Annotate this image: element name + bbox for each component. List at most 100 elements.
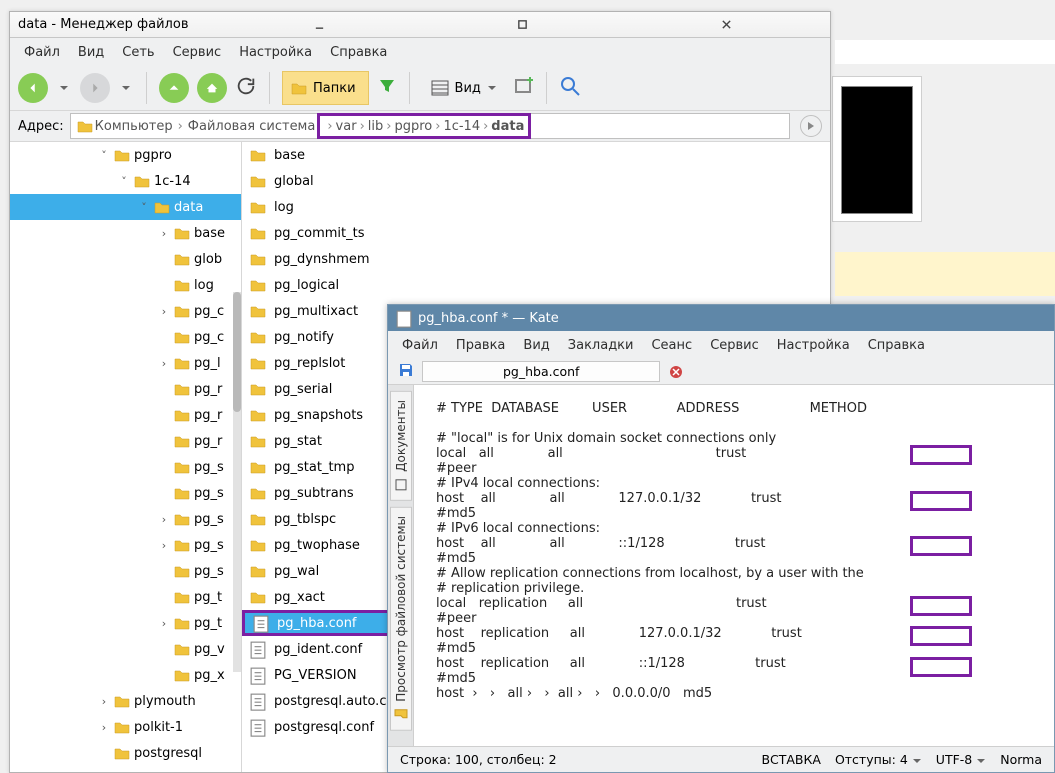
tree-item[interactable]: ›python [10,766,241,772]
breadcrumb-segment[interactable]: pgpro [394,119,432,134]
search-button[interactable] [559,75,581,101]
tree-item[interactable]: pg_s [10,480,241,506]
menu-service[interactable]: Сервис [173,45,222,60]
encoding-picker[interactable]: UTF-8 [936,752,986,767]
expand-icon[interactable]: › [158,357,170,370]
menu-file[interactable]: Файл [24,45,60,60]
list-item[interactable]: log [242,194,830,220]
folder-icon [174,590,190,604]
document-tab[interactable]: pg_hba.conf [422,361,660,382]
menu-help[interactable]: Справка [868,338,925,353]
list-item[interactable]: global [242,168,830,194]
menu-session[interactable]: Сеанс [651,338,692,353]
menu-view[interactable]: Вид [523,338,549,353]
close-button[interactable] [629,17,825,33]
breadcrumb-segment[interactable]: 1c-14 [443,119,480,134]
list-item[interactable]: pg_logical [242,272,830,298]
menu-settings[interactable]: Настройка [239,45,312,60]
save-icon[interactable] [398,362,414,381]
expand-icon[interactable]: › [98,721,110,734]
tree-item[interactable]: ›plymouth [10,688,241,714]
list-item[interactable]: pg_commit_ts [242,220,830,246]
folder-tree[interactable]: ˅pgpro˅1c-14˅data›basegloblog›pg_cpg_c›p… [10,142,242,772]
titlebar[interactable]: data - Менеджер файлов [10,12,830,38]
tree-item[interactable]: pg_s [10,558,241,584]
breadcrumb-segment[interactable]: Файловая система [188,119,316,134]
tree-item[interactable]: pg_r [10,428,241,454]
nav-home-button[interactable] [197,73,227,103]
insert-mode[interactable]: ВСТАВКА [761,752,821,767]
tree-item[interactable]: log [10,272,241,298]
filter-button[interactable] [377,76,397,100]
folders-toggle[interactable]: Папки [282,71,369,105]
tree-item[interactable]: ›pg_s [10,506,241,532]
editor-area[interactable]: # TYPE DATABASE USER ADDRESS METHOD # "l… [414,385,1054,746]
tree-item[interactable]: ›pg_c [10,298,241,324]
breadcrumb[interactable]: Компьютер › Файловая система › var › lib… [70,113,790,139]
nav-up-button[interactable] [159,73,189,103]
tree-item[interactable]: pg_r [10,376,241,402]
tree-item[interactable]: ›pg_l [10,350,241,376]
tree-item[interactable]: ˅1c-14˅data›basegloblog›pg_cpg_c›pg_lpg_… [10,168,241,688]
expand-icon[interactable]: › [158,305,170,318]
list-item[interactable]: pg_dynshmem [242,246,830,272]
nav-back-dropdown[interactable] [56,83,72,93]
tree-item[interactable]: glob [10,246,241,272]
folder-icon [174,486,190,500]
tree-item[interactable]: ˅pgpro˅1c-14˅data›basegloblog›pg_cpg_c›p… [10,142,241,688]
tree-item[interactable]: ›pg_s [10,532,241,558]
kate-titlebar[interactable]: pg_hba.conf * — Kate [388,305,1054,331]
tree-item[interactable]: pg_c [10,324,241,350]
tree-item[interactable]: pg_s [10,454,241,480]
breadcrumb-segment[interactable]: lib [368,119,383,134]
expand-icon[interactable]: ˅ [118,175,130,188]
menu-file[interactable]: Файл [402,338,438,353]
expand-icon[interactable]: ˅ [98,149,110,162]
scrollbar-thumb[interactable] [233,292,241,412]
tree-item[interactable]: pg_r [10,402,241,428]
tree-item[interactable]: postgresql [10,740,241,766]
new-tab-button[interactable] [514,76,534,100]
nav-back-button[interactable] [18,73,48,103]
tree-item[interactable]: pg_x [10,662,241,688]
maximize-button[interactable] [425,17,621,33]
tree-item[interactable]: pg_v [10,636,241,662]
highlight-marker [910,657,972,677]
expand-icon[interactable]: ˅ [138,201,150,214]
expand-icon[interactable]: › [158,539,170,552]
refresh-button[interactable] [235,75,257,101]
menu-edit[interactable]: Правка [456,338,505,353]
tree-item[interactable]: ˅data›basegloblog›pg_cpg_c›pg_lpg_rpg_rp… [10,194,241,688]
nav-forward-button[interactable] [80,73,110,103]
list-item[interactable]: base [242,142,830,168]
minimize-button[interactable] [222,17,418,33]
go-button[interactable] [800,115,822,137]
tree-item[interactable]: ›polkit-1 [10,714,241,740]
expand-icon[interactable]: › [158,513,170,526]
tree-scrollbar[interactable] [233,292,241,672]
menu-network[interactable]: Сеть [122,45,154,60]
menu-settings[interactable]: Настройка [777,338,850,353]
expand-icon[interactable]: › [158,617,170,630]
folder-icon [250,200,266,214]
sidebar-tab-documents[interactable]: Документы [390,391,412,501]
breadcrumb-current[interactable]: data [491,119,524,134]
breadcrumb-segment[interactable]: Компьютер [95,119,173,134]
expand-icon[interactable]: › [158,227,170,240]
language-mode[interactable]: Norma [1000,752,1042,767]
menu-bookmarks[interactable]: Закладки [568,338,634,353]
tree-item[interactable]: ›pg_t [10,610,241,636]
cursor-position[interactable]: Строка: 100, столбец: 2 [400,752,557,767]
menu-help[interactable]: Справка [330,45,387,60]
nav-forward-dropdown[interactable] [118,83,134,93]
close-document-button[interactable] [668,364,684,380]
tree-item[interactable]: pg_t [10,584,241,610]
indent-picker[interactable]: Отступы: 4 [835,752,922,767]
tree-item[interactable]: ›base [10,220,241,246]
expand-icon[interactable]: › [98,695,110,708]
breadcrumb-segment[interactable]: var [336,119,357,134]
sidebar-tab-filesystem[interactable]: Просмотр файловой системы [390,507,412,731]
view-mode-button[interactable]: Вид [422,73,506,103]
list-label: pg_ident.conf [274,642,362,657]
menu-view[interactable]: Вид [78,45,104,60]
